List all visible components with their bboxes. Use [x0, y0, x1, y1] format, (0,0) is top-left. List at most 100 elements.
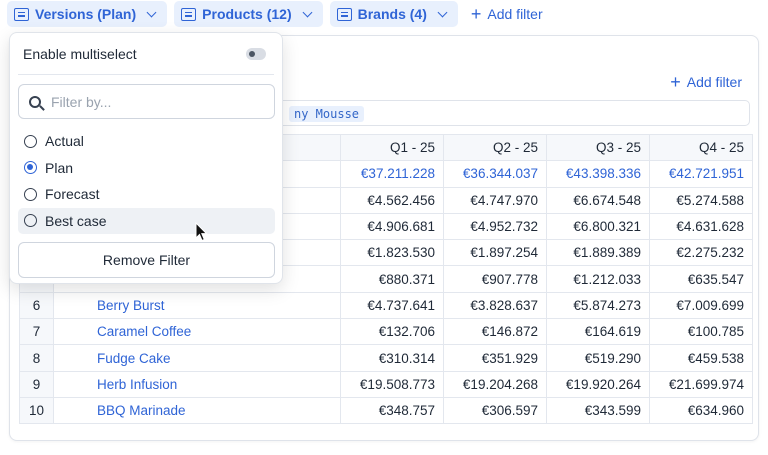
value-cell: €1.897.254	[443, 239, 547, 267]
radio-icon[interactable]	[24, 134, 37, 148]
total-cell: €37.211.228	[340, 160, 444, 188]
plus-icon: +	[670, 72, 681, 92]
value-cell: €19.204.268	[443, 370, 547, 398]
chevron-down-icon	[146, 7, 157, 17]
chip-label: Brands (4)	[357, 6, 427, 22]
row-index: 9	[19, 370, 54, 398]
filter-list-icon	[14, 7, 29, 21]
value-cell: €1.889.389	[546, 239, 650, 267]
option-label: Forecast	[45, 186, 100, 202]
plus-icon: +	[470, 4, 482, 24]
value-cell: €4.562.456	[340, 186, 444, 214]
value-cell: €459.538	[649, 344, 753, 372]
filter-search	[18, 84, 275, 119]
radio-icon[interactable]	[24, 214, 37, 227]
row-index: 7	[19, 318, 54, 346]
card-add-filter-button[interactable]: + Add filter	[670, 73, 742, 91]
value-cell: €2.275.232	[649, 239, 753, 267]
value-cell: €519.290	[546, 344, 650, 372]
value-cell: €19.920.264	[546, 370, 650, 398]
value-cell: €132.706	[340, 318, 444, 346]
column-header[interactable]: Q1 - 25	[340, 133, 444, 162]
value-cell: €4.631.628	[649, 212, 753, 241]
radio-icon[interactable]	[24, 187, 37, 201]
value-cell: €4.737.641	[340, 291, 444, 320]
brands-filter-chip[interactable]: Brands (4)	[329, 1, 458, 27]
value-cell: €1.823.530	[340, 239, 444, 267]
selected-item-chip[interactable]: ny Mousse	[289, 106, 365, 122]
row-index: 6	[19, 291, 54, 320]
row-name[interactable]: Herb Infusion	[53, 370, 341, 398]
add-filter-button[interactable]: + Add filter	[465, 5, 549, 23]
products-filter-chip[interactable]: Products (12)	[174, 1, 323, 27]
row-index: 10	[19, 396, 54, 425]
filter-bar: Versions (Plan) Products (12) Brands (4)…	[7, 1, 549, 27]
value-cell: €164.619	[546, 318, 650, 346]
value-cell: €19.508.773	[340, 370, 444, 398]
versions-filter-popover: Enable multiselect Actual Plan Forecast Bes…	[9, 32, 283, 284]
multiselect-label: Enable multiselect	[23, 46, 137, 62]
search-icon	[29, 95, 41, 108]
row-name[interactable]: Berry Burst	[53, 291, 341, 320]
value-cell: €4.952.732	[443, 212, 547, 241]
chevron-down-icon	[302, 7, 313, 17]
divider	[18, 74, 274, 75]
table-row[interactable]: 8 Fudge Cake €310.314 €351.929 €519.290 €459.…	[19, 344, 753, 372]
filter-list-icon	[336, 7, 352, 21]
option-item[interactable]: Forecast	[18, 181, 275, 207]
add-filter-label: Add filter	[487, 6, 543, 22]
chip-label: Versions (Plan)	[35, 6, 137, 22]
value-cell: €635.547	[649, 265, 753, 293]
chip-label: Products (12)	[202, 6, 292, 22]
row-name[interactable]: Fudge Cake	[53, 344, 341, 372]
total-cell: €42.721.951	[649, 160, 753, 188]
value-cell: €907.778	[443, 265, 547, 293]
total-cell: €43.398.336	[546, 160, 650, 188]
option-label: Best case	[45, 212, 107, 229]
option-label: Actual	[45, 133, 84, 149]
value-cell: €100.785	[649, 318, 753, 346]
table-row[interactable]: 9 Herb Infusion €19.508.773 €19.204.268 €19.…	[19, 370, 753, 398]
radio-icon[interactable]	[24, 161, 37, 174]
column-header[interactable]: Q4 - 25	[649, 133, 753, 162]
table-row[interactable]: 6 Berry Burst €4.737.641 €3.828.637 €5.874.2…	[19, 291, 753, 320]
row-index: 8	[19, 344, 54, 372]
total-cell: €36.344.037	[443, 160, 547, 188]
value-cell: €5.274.588	[649, 186, 753, 214]
value-cell: €306.597	[443, 396, 547, 425]
versions-filter-chip[interactable]: Versions (Plan)	[7, 1, 168, 27]
filter-list-icon	[181, 7, 197, 21]
option-label: Plan	[45, 159, 74, 176]
option-list: Actual Plan Forecast Best case	[18, 128, 275, 234]
value-cell: €348.757	[340, 396, 444, 425]
value-cell: €4.747.970	[443, 186, 547, 214]
value-cell: €310.314	[340, 344, 444, 372]
option-item[interactable]: Best case	[18, 207, 275, 234]
table-row[interactable]: 7 Caramel Coffee €132.706 €146.872 €164.619 €…	[19, 318, 753, 346]
value-cell: €351.929	[443, 344, 547, 372]
value-cell: €4.906.681	[340, 212, 444, 241]
row-name[interactable]: Caramel Coffee	[53, 318, 341, 346]
row-name[interactable]: BBQ Marinade	[53, 396, 341, 425]
value-cell: €5.874.273	[546, 291, 650, 320]
value-cell: €146.872	[443, 318, 547, 346]
value-cell: €6.674.548	[546, 186, 650, 214]
table-row[interactable]: 10 BBQ Marinade €348.757 €306.597 €343.599 €6…	[19, 396, 753, 425]
column-header[interactable]: Q3 - 25	[546, 133, 650, 162]
chevron-down-icon	[437, 7, 448, 17]
filter-search-input[interactable]	[51, 93, 251, 110]
value-cell: €7.009.699	[649, 291, 753, 320]
value-cell: €1.212.033	[546, 265, 650, 293]
multiselect-toggle[interactable]	[246, 48, 266, 60]
mouse-cursor-icon	[195, 222, 208, 242]
remove-filter-button[interactable]: Remove Filter	[18, 242, 275, 278]
value-cell: €3.828.637	[443, 291, 547, 320]
value-cell: €343.599	[546, 396, 650, 425]
option-item[interactable]: Plan	[18, 155, 275, 181]
value-cell: €6.800.321	[546, 212, 650, 241]
value-cell: €21.699.974	[649, 370, 753, 398]
option-item[interactable]: Actual	[18, 128, 275, 154]
value-cell: €634.960	[649, 396, 753, 425]
column-header[interactable]: Q2 - 25	[443, 133, 547, 162]
value-cell: €880.371	[340, 265, 444, 293]
